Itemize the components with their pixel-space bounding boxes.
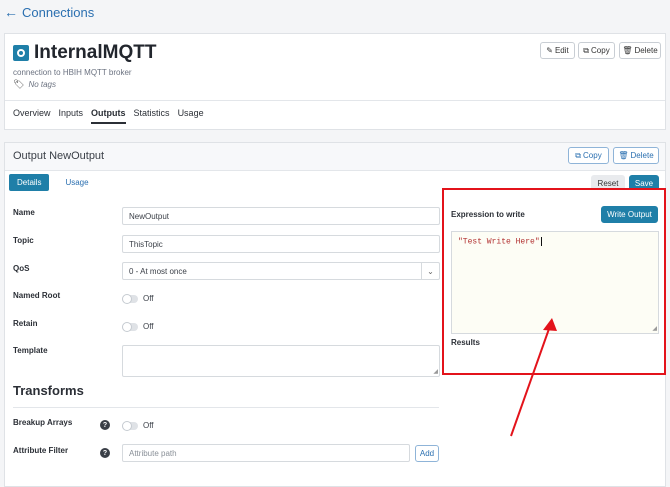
edit-label: Edit — [554, 46, 569, 55]
named-root-label: Named Root — [13, 291, 61, 300]
connection-tabs: Overview Inputs Outputs Statistics Usage — [13, 108, 204, 124]
save-label: Save — [634, 179, 654, 188]
retain-label: Retain — [13, 319, 38, 328]
retain-state: Off — [143, 322, 154, 331]
delete-output-label: Delete — [630, 151, 654, 160]
trash-icon: 🗑 — [618, 151, 629, 160]
expression-code: "Test Write Here" — [458, 237, 542, 247]
pencil-icon: ✎ — [546, 46, 553, 55]
breakup-arrays-label: Breakup Arrays — [13, 418, 73, 427]
text-caret — [540, 237, 542, 246]
qos-label: QoS — [13, 264, 30, 273]
edit-connection-button[interactable]: ✎ Edit — [540, 42, 575, 59]
copy-connection-button[interactable]: ⧉ Copy — [578, 42, 615, 59]
toggle-track — [122, 293, 138, 304]
add-label: Add — [419, 449, 435, 458]
tab-outputs[interactable]: Outputs — [91, 108, 126, 124]
name-label: Name — [13, 208, 35, 217]
tag-icon: 🏷 — [13, 79, 25, 89]
copy-icon: ⧉ — [575, 150, 582, 160]
copy-output-label: Copy — [583, 151, 602, 160]
transforms-divider — [13, 407, 439, 408]
tab-statistics[interactable]: Statistics — [134, 108, 170, 124]
retain-toggle[interactable]: Off — [122, 321, 154, 332]
delete-connection-button[interactable]: 🗑 Delete — [619, 42, 661, 59]
tab-usage[interactable]: Usage — [178, 108, 204, 124]
output-tabs: Details Usage — [9, 174, 97, 191]
tab-inputs[interactable]: Inputs — [59, 108, 84, 124]
tab-details[interactable]: Details — [9, 174, 50, 191]
mqtt-logo-icon — [13, 45, 29, 61]
copy-label: Copy — [591, 46, 610, 55]
template-textarea[interactable]: ◢ — [122, 345, 440, 377]
output-header: Output NewOutput ⧉ Copy 🗑 Delete — [5, 143, 665, 171]
chevron-down-icon: ⌄ — [421, 263, 439, 279]
delete-label: Delete — [634, 46, 658, 55]
help-icon[interactable]: ? — [100, 448, 110, 458]
copy-output-button[interactable]: ⧉ Copy — [568, 147, 609, 164]
arrow-left-icon: ← — [4, 4, 18, 20]
connection-divider — [5, 100, 665, 101]
back-to-connections-link[interactable]: ← Connections — [4, 4, 94, 20]
attribute-filter-label: Attribute Filter — [13, 446, 69, 455]
tab-overview[interactable]: Overview — [13, 108, 51, 124]
expression-label: Expression to write — [451, 210, 525, 219]
connection-tags: 🏷 No tags — [13, 79, 56, 90]
results-label: Results — [451, 338, 480, 347]
attribute-path-input[interactable]: Attribute path — [122, 444, 410, 462]
resize-grip-icon[interactable]: ◢ — [433, 369, 438, 375]
connection-name: InternalMQTT — [34, 42, 157, 63]
output-title: Output NewOutput — [13, 150, 105, 162]
resize-grip-icon[interactable]: ◢ — [652, 326, 657, 332]
breakup-arrays-state: Off — [143, 421, 154, 430]
toggle-track — [122, 321, 138, 332]
trash-icon: 🗑 — [622, 46, 633, 55]
write-output-label: Write Output — [607, 210, 652, 219]
connection-description: connection to HBIH MQTT broker — [13, 68, 132, 77]
delete-output-button[interactable]: 🗑 Delete — [613, 147, 659, 164]
help-icon[interactable]: ? — [100, 420, 110, 430]
toggle-track — [122, 420, 138, 431]
named-root-state: Off — [143, 294, 154, 303]
tab-output-usage[interactable]: Usage — [57, 174, 96, 191]
named-root-toggle[interactable]: Off — [122, 293, 154, 304]
transforms-title: Transforms — [13, 383, 84, 398]
add-attribute-button[interactable]: Add — [415, 445, 439, 462]
topic-label: Topic — [13, 236, 34, 245]
topic-input[interactable]: ThisTopic — [122, 235, 440, 253]
template-label: Template — [13, 346, 48, 355]
breakup-arrays-toggle[interactable]: Off — [122, 420, 154, 431]
qos-value: 0 - At most once — [129, 266, 187, 276]
expression-panel: Expression to write Write Output "Test W… — [442, 188, 666, 375]
back-link-label: Connections — [22, 4, 95, 20]
connection-card: InternalMQTT connection to HBIH MQTT bro… — [4, 33, 666, 130]
expression-editor[interactable]: "Test Write Here" ◢ — [451, 231, 659, 334]
reset-label: Reset — [597, 179, 619, 188]
name-input[interactable]: NewOutput — [122, 207, 440, 225]
tags-text: No tags — [28, 80, 57, 89]
qos-select[interactable]: 0 - At most once ⌄ — [122, 262, 440, 280]
connection-title: InternalMQTT — [13, 42, 156, 64]
write-output-button[interactable]: Write Output — [601, 206, 658, 223]
copy-icon: ⧉ — [583, 45, 590, 55]
